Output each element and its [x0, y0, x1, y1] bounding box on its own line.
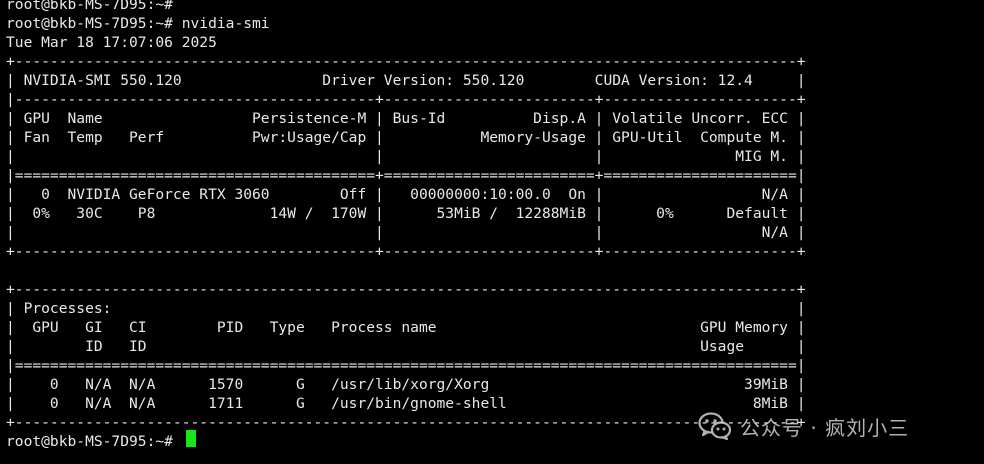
table-top-border: +---------------------------------------… — [6, 53, 806, 70]
gpu-header-divider: |=======================================… — [6, 167, 806, 184]
terminal-line-previous-prompt: root@bkb-MS-7D95:~# — [6, 0, 173, 13]
gpu-row-name: | 0 NVIDIA GeForce RTX 3060 Off | 000000… — [6, 186, 806, 203]
processes-top-border: +---------------------------------------… — [6, 281, 806, 298]
wechat-icon — [698, 412, 732, 441]
terminal-window[interactable]: root@bkb-MS-7D95:~# root@bkb-MS-7D95:~# … — [0, 0, 984, 464]
gpu-header-row-3: | | | MIG M. | — [6, 148, 806, 165]
gpu-row-usage: | 0% 30C P8 14W / 170W | 53MiB / 12288Mi… — [6, 205, 806, 222]
gpu-header-row-2: | Fan Temp Perf Pwr:Usage/Cap | Memory-U… — [6, 129, 806, 146]
processes-header-divider: |=======================================… — [6, 357, 806, 374]
table-separator: |---------------------------------------… — [6, 91, 806, 108]
processes-header-row-2: | ID ID Usage | — [6, 338, 806, 355]
processes-bottom-border: +---------------------------------------… — [6, 414, 806, 431]
watermark: 公众号 · 疯刘小三 — [698, 408, 909, 444]
process-row-gnome-shell: | 0 N/A N/A 1711 G /usr/bin/gnome-shell … — [6, 395, 806, 412]
process-row-xorg: | 0 N/A N/A 1570 G /usr/lib/xorg/Xorg 39… — [6, 376, 806, 393]
gpu-row-mig: | | | N/A | — [6, 224, 806, 241]
gpu-table-bottom-border: +---------------------------------------… — [6, 243, 806, 260]
processes-title: | Processes: | — [6, 300, 806, 317]
gpu-header-row-1: | GPU Name Persistence-M | Bus-Id Disp.A… — [6, 110, 806, 127]
smi-version-row: | NVIDIA-SMI 550.120 Driver Version: 550… — [6, 72, 806, 89]
watermark-text: 公众号 · 疯刘小三 — [740, 415, 910, 440]
terminal-line-timestamp: Tue Mar 18 17:07:06 2025 — [6, 34, 217, 51]
terminal-prompt[interactable]: root@bkb-MS-7D95:~# — [6, 432, 182, 451]
terminal-cursor — [186, 430, 196, 447]
processes-header-row-1: | GPU GI CI PID Type Process name GPU Me… — [6, 319, 806, 336]
terminal-line-command: root@bkb-MS-7D95:~# nvidia-smi — [6, 15, 270, 32]
